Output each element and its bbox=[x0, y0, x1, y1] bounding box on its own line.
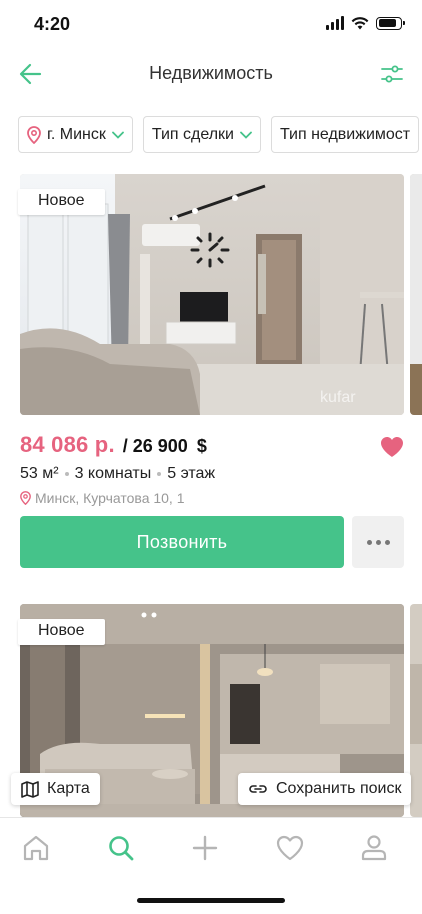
page-title: Недвижимость bbox=[149, 63, 273, 83]
area: 53 м² bbox=[20, 465, 59, 482]
link-icon bbox=[249, 785, 267, 793]
price-usd: / 26 900 $ bbox=[123, 436, 207, 457]
listing-specs: 53 м² 3 комнаты 5 этаж bbox=[20, 465, 215, 483]
new-badge: Новое bbox=[18, 189, 105, 215]
heart-icon[interactable] bbox=[274, 832, 306, 864]
separator-dot bbox=[157, 472, 162, 476]
more-dot-icon bbox=[384, 539, 390, 545]
chevron-down-icon bbox=[111, 131, 124, 139]
rooms: 3 комнаты bbox=[74, 465, 152, 482]
filter-chips: г. Минск Тип сделки Тип недвижимост bbox=[18, 116, 420, 153]
property-type-filter-chip[interactable]: Тип недвижимост bbox=[270, 116, 420, 153]
watermark-text: kufar bbox=[320, 389, 356, 406]
more-dot-icon bbox=[375, 539, 381, 545]
address-text: Минск, Курчатова 10, 1 bbox=[35, 490, 185, 506]
city-filter-label: г. Минск bbox=[47, 125, 106, 143]
call-button[interactable]: Позвонить bbox=[20, 516, 344, 568]
search-icon[interactable] bbox=[105, 832, 137, 864]
chevron-down-icon bbox=[240, 131, 252, 139]
map-icon bbox=[21, 780, 39, 798]
profile-icon[interactable] bbox=[358, 832, 390, 864]
status-bar: 4:20 bbox=[0, 0, 422, 50]
plus-icon[interactable] bbox=[189, 832, 221, 864]
location-pin-icon bbox=[20, 491, 31, 505]
more-dot-icon bbox=[366, 539, 372, 545]
next-photo-thumbnail bbox=[410, 174, 422, 415]
separator-dot bbox=[64, 472, 69, 476]
cellular-signal-icon bbox=[326, 16, 344, 30]
city-filter-chip[interactable]: г. Минск bbox=[18, 116, 133, 153]
price-byn: 84 086 р. bbox=[20, 432, 115, 457]
floor: 5 этаж bbox=[167, 465, 216, 482]
next-listing-photo-peek[interactable] bbox=[410, 174, 422, 415]
price-usd-currency: $ bbox=[196, 436, 207, 456]
next-photo-thumbnail bbox=[410, 604, 422, 817]
next-listing-photo-peek[interactable] bbox=[410, 604, 422, 817]
deal-type-filter-chip[interactable]: Тип сделки bbox=[142, 116, 261, 153]
save-search-button[interactable]: Сохранить поиск bbox=[238, 773, 412, 805]
app-header: Недвижимость bbox=[0, 50, 422, 98]
listing-address: Минск, Курчатова 10, 1 bbox=[20, 490, 185, 506]
map-button-label: Карта bbox=[47, 780, 90, 797]
price-row: 84 086 р. / 26 900 $ bbox=[20, 432, 207, 458]
status-icons bbox=[326, 16, 405, 30]
wifi-icon bbox=[351, 16, 369, 29]
price-usd-value: / 26 900 bbox=[122, 436, 188, 456]
more-options-button[interactable] bbox=[352, 516, 404, 568]
deal-type-filter-label: Тип сделки bbox=[151, 125, 234, 143]
property-type-filter-label: Тип недвижимост bbox=[279, 125, 411, 143]
location-pin-icon bbox=[27, 125, 41, 144]
home-indicator bbox=[137, 898, 285, 903]
new-badge: Новое bbox=[18, 619, 105, 645]
save-search-label: Сохранить поиск bbox=[276, 780, 402, 797]
battery-icon bbox=[376, 16, 405, 30]
heart-icon[interactable] bbox=[379, 435, 405, 459]
map-button[interactable]: Карта bbox=[11, 773, 100, 805]
sliders-icon[interactable] bbox=[380, 62, 404, 86]
home-icon[interactable] bbox=[20, 832, 52, 864]
status-time: 4:20 bbox=[34, 14, 71, 34]
